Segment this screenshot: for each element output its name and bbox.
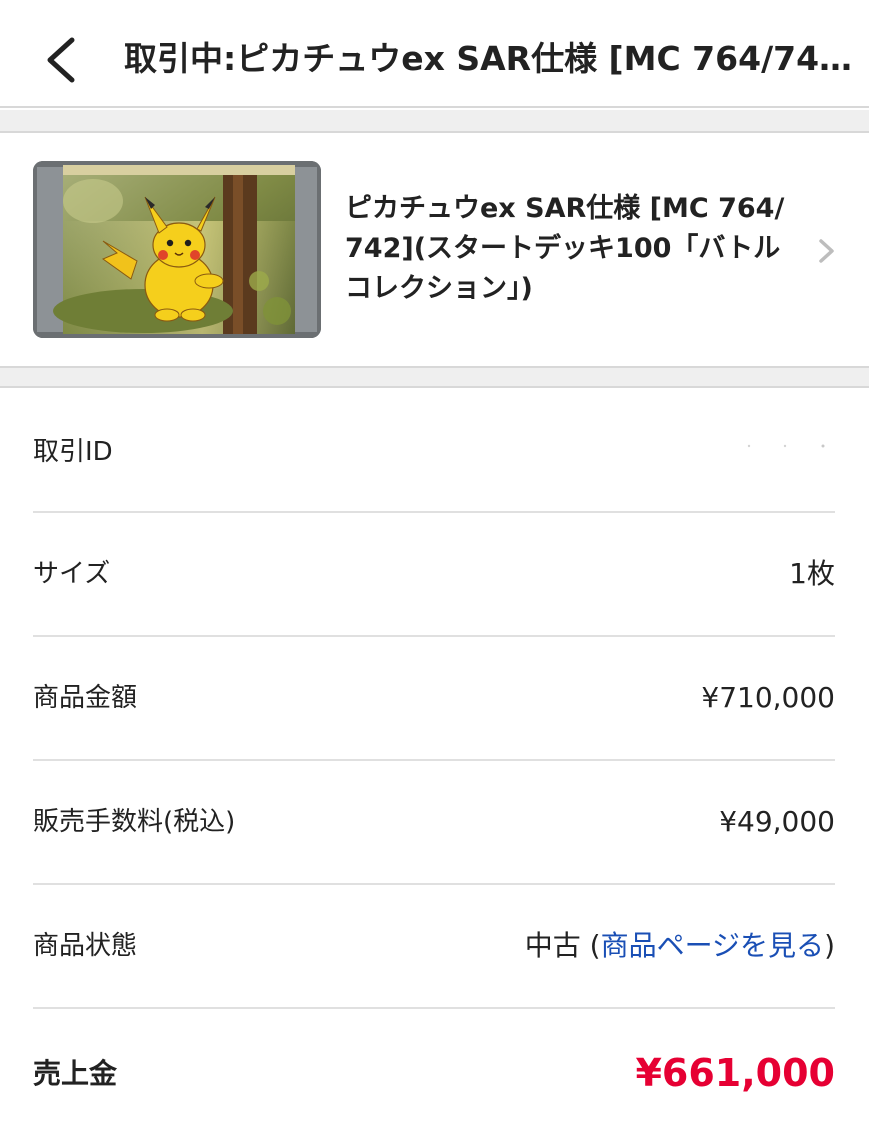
size-row: サイズ 1枚 — [33, 514, 835, 637]
item-price-value: ¥710,000 — [701, 681, 835, 714]
product-link-card[interactable]: ピカチュウex SAR仕様 [MC 764/742](スタートデッキ100「バト… — [0, 135, 869, 366]
page-title: 取引中:ピカチュウex SAR仕様 [MC 764/742](スタートデッキ10… — [124, 39, 854, 78]
item-price-row: 商品金額 ¥710,000 — [33, 638, 835, 761]
section-divider — [0, 366, 869, 388]
sales-fee-label: 販売手数料(税込) — [33, 807, 236, 837]
item-price-label: 商品金額 — [33, 683, 138, 713]
condition-row: 商品状態 中古 (商品ページを見る) — [33, 886, 835, 1009]
sales-fee-row: 販売手数料(税込) ¥49,000 — [33, 762, 835, 885]
sales-fee-value: ¥49,000 — [719, 805, 835, 838]
redacted-id-mark — [739, 434, 829, 448]
pikachu-card-image — [33, 161, 321, 338]
top-bar: 取引中:ピカチュウex SAR仕様 [MC 764/742](スタートデッキ10… — [0, 0, 869, 108]
transaction-id-label: 取引ID — [33, 437, 113, 467]
size-label: サイズ — [33, 559, 111, 589]
chevron-left-icon — [47, 37, 75, 83]
condition-label: 商品状態 — [33, 931, 138, 961]
sales-amount-label: 売上金 — [33, 1057, 118, 1090]
back-button[interactable] — [34, 22, 90, 94]
condition-value-group: 中古 (商品ページを見る) — [525, 926, 835, 966]
view-product-page-link[interactable]: 商品ページを見る — [601, 929, 824, 962]
chevron-right-icon — [816, 235, 838, 267]
size-value: 1枚 — [789, 557, 835, 590]
sales-amount-row: 売上金 ¥661,000 — [33, 1010, 835, 1133]
transaction-id-row: 取引ID — [33, 390, 835, 513]
product-thumbnail — [33, 161, 321, 338]
paren-open: ( — [580, 929, 601, 962]
sales-amount-value: ¥661,000 — [635, 1051, 835, 1095]
condition-value: 中古 — [524, 929, 581, 962]
paren-close: ) — [824, 929, 835, 962]
product-name: ピカチュウex SAR仕様 [MC 764/742](スタートデッキ100「バト… — [345, 193, 785, 304]
section-divider — [0, 110, 869, 133]
